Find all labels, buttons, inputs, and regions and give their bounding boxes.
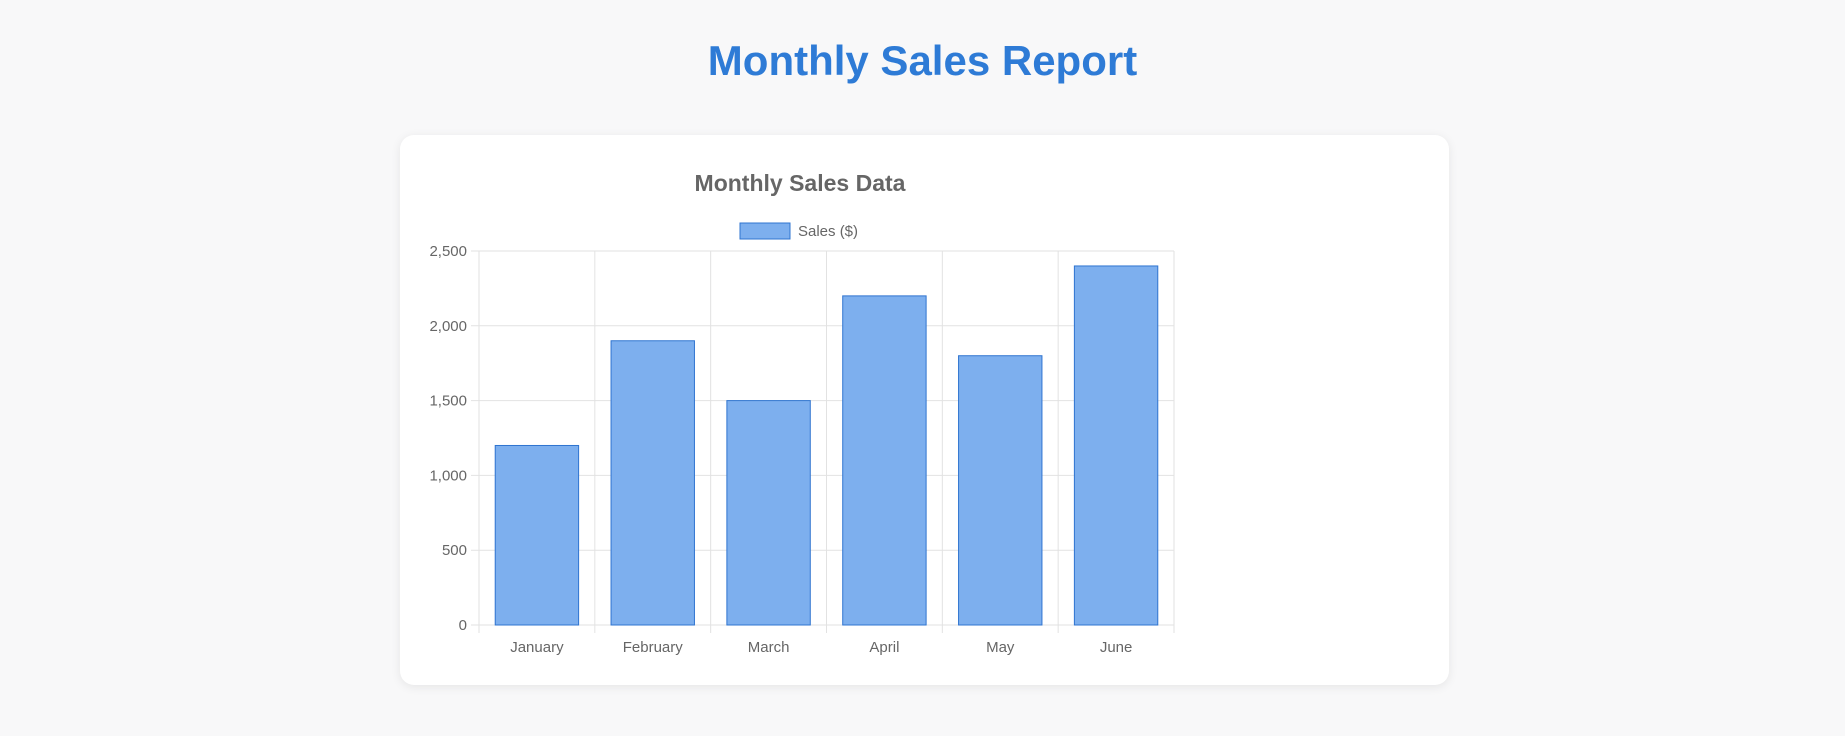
- bar-june[interactable]: [1073, 265, 1159, 626]
- page-title: Monthly Sales Report: [707, 37, 1138, 84]
- bar-january[interactable]: [494, 444, 580, 626]
- legend-label: Sales ($): [798, 223, 858, 240]
- bar-may[interactable]: [958, 355, 1043, 626]
- y-tick-label: 500: [442, 542, 467, 559]
- bar-chart: Monthly Sales Data Sales ($) 0 500 1,000 1,…: [429, 170, 1175, 656]
- chart-title: Monthly Sales Data: [695, 170, 906, 196]
- y-tick-label: 1,000: [429, 467, 467, 484]
- x-tick-label: February: [623, 639, 684, 656]
- bar-march[interactable]: [726, 400, 811, 626]
- y-tick-label: 1,500: [429, 393, 467, 410]
- x-tick-label: March: [748, 639, 790, 656]
- x-tick-label: May: [986, 639, 1015, 656]
- x-axis-ticks: January February March April May June: [510, 639, 1132, 656]
- y-tick-label: 2,500: [429, 243, 467, 260]
- y-tick-label: 0: [459, 617, 467, 634]
- x-tick-label: January: [510, 639, 564, 656]
- y-axis-ticks: 0 500 1,000 1,500 2,000 2,500: [429, 243, 467, 634]
- bar-february[interactable]: [610, 340, 695, 626]
- legend: Sales ($): [739, 222, 858, 240]
- chart-card: Monthly Sales Data Sales ($) 0 500 1,000 1,…: [400, 135, 1449, 685]
- legend-swatch: [739, 222, 791, 240]
- y-tick-label: 2,000: [429, 318, 467, 335]
- bar-april[interactable]: [842, 295, 927, 626]
- x-tick-label: June: [1100, 639, 1133, 656]
- x-tick-label: April: [869, 639, 899, 656]
